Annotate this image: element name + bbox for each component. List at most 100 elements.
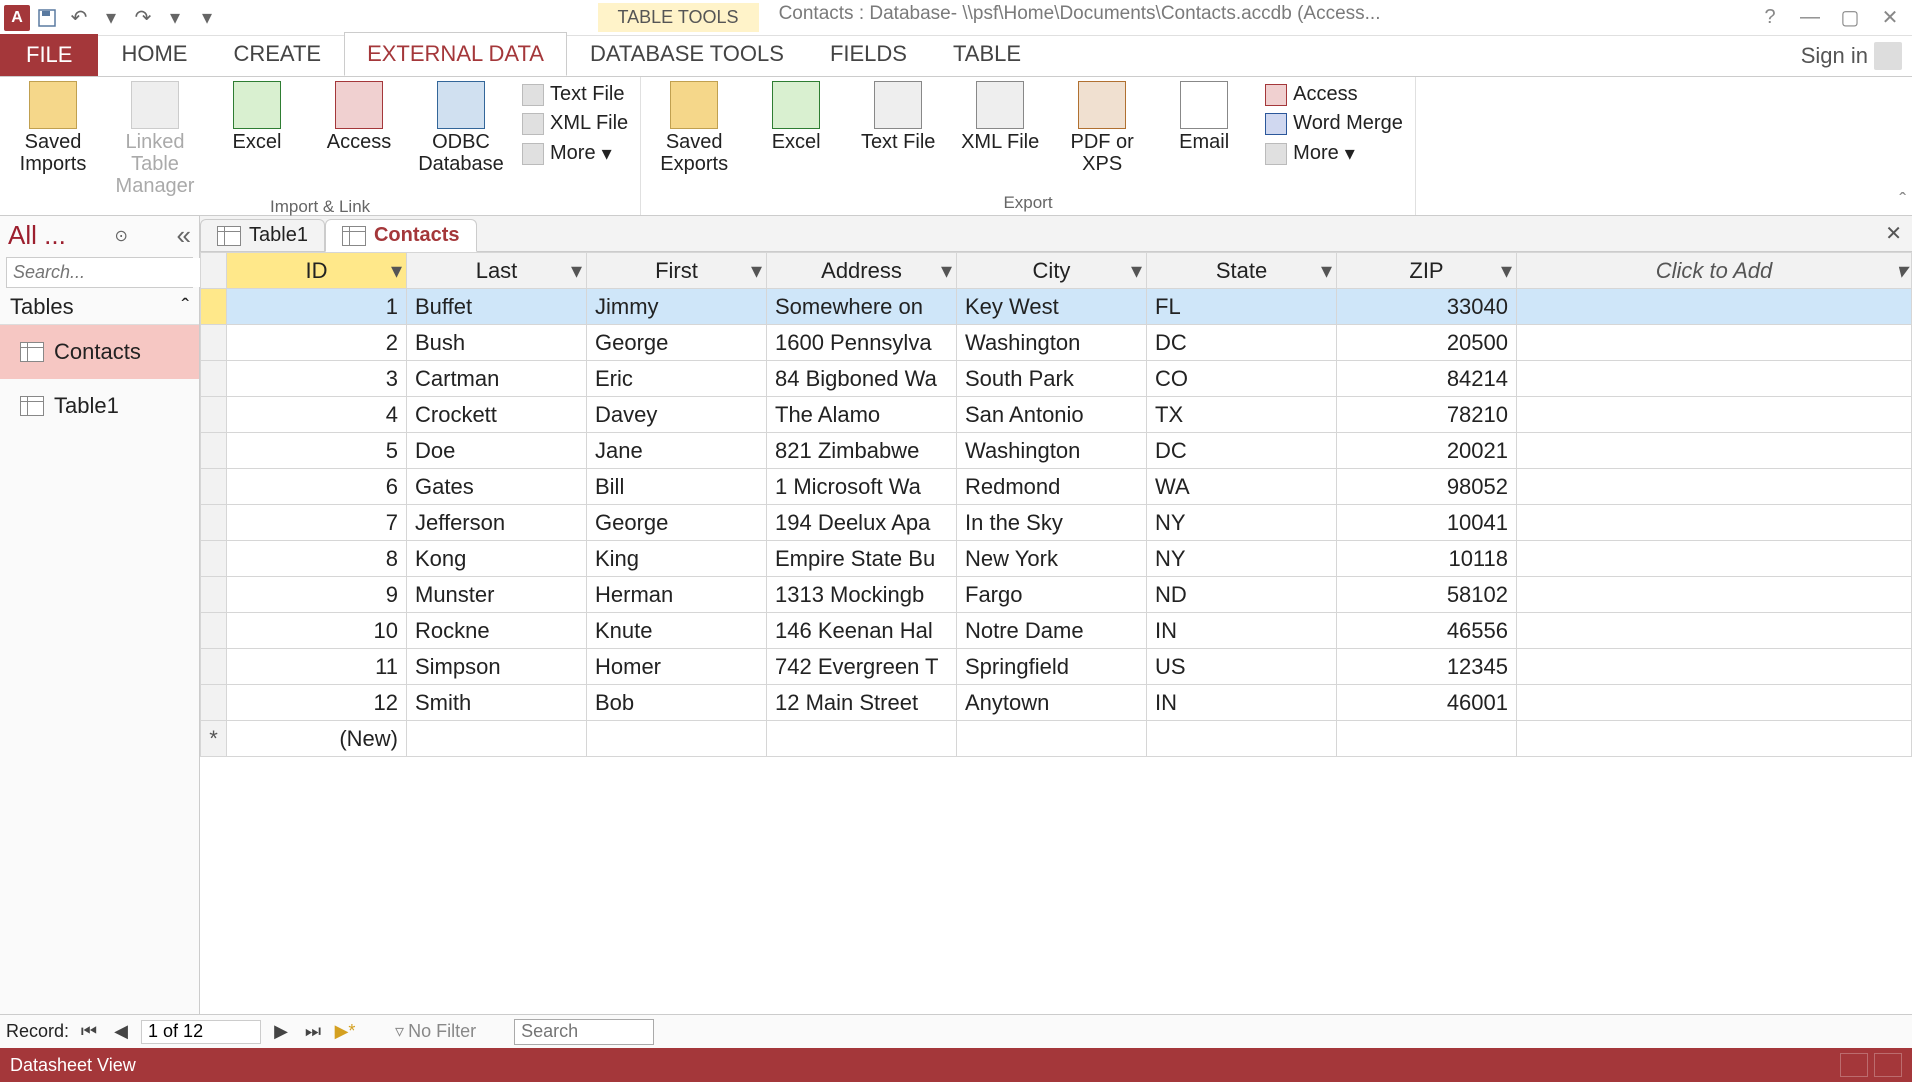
maximize-icon[interactable]: ▢: [1836, 4, 1864, 32]
column-dropdown-icon[interactable]: ▾: [1896, 258, 1907, 284]
cell-last[interactable]: Simpson: [407, 649, 587, 685]
table-row[interactable]: 8KongKingEmpire State BuNew YorkNY10118: [201, 541, 1912, 577]
column-header-last[interactable]: Last▾: [407, 253, 587, 289]
cell-city[interactable]: Notre Dame: [957, 613, 1147, 649]
tab-file[interactable]: FILE: [0, 34, 98, 76]
cell-address[interactable]: Empire State Bu: [767, 541, 957, 577]
cell-state[interactable]: DC: [1147, 325, 1337, 361]
excel-export-button[interactable]: Excel: [751, 81, 841, 153]
table-row[interactable]: 3CartmanEric84 Bigboned WaSouth ParkCO84…: [201, 361, 1912, 397]
cell-first[interactable]: George: [587, 505, 767, 541]
more-export-button[interactable]: More ▾: [1261, 139, 1407, 168]
close-icon[interactable]: ✕: [1876, 4, 1904, 32]
cell-last[interactable]: Gates: [407, 469, 587, 505]
tab-external-data[interactable]: EXTERNAL DATA: [344, 32, 567, 76]
cell-address[interactable]: 1313 Mockingb: [767, 577, 957, 613]
cell-zip[interactable]: 20500: [1337, 325, 1517, 361]
nav-group-collapse-icon[interactable]: ˆ: [182, 294, 189, 320]
cell-new-column[interactable]: [1517, 685, 1912, 721]
column-header-zip[interactable]: ZIP▾: [1337, 253, 1517, 289]
cell-id[interactable]: 12: [227, 685, 407, 721]
qat-customize-icon[interactable]: ▾: [192, 3, 222, 33]
column-header-address[interactable]: Address▾: [767, 253, 957, 289]
select-all-cell[interactable]: [201, 253, 227, 289]
column-header-state[interactable]: State▾: [1147, 253, 1337, 289]
saved-exports-button[interactable]: Saved Exports: [649, 81, 739, 175]
tab-create[interactable]: CREATE: [210, 32, 344, 76]
cell-city[interactable]: Washington: [957, 325, 1147, 361]
cell-new-column[interactable]: [1517, 613, 1912, 649]
cell-zip[interactable]: 58102: [1337, 577, 1517, 613]
table-row[interactable]: 12SmithBob12 Main StreetAnytownIN46001: [201, 685, 1912, 721]
cell-first[interactable]: King: [587, 541, 767, 577]
new-record-row[interactable]: *(New): [201, 721, 1912, 757]
record-last-icon[interactable]: ⏭: [301, 1020, 325, 1044]
cell-id-new[interactable]: (New): [227, 721, 407, 757]
cell-address[interactable]: 742 Evergreen T: [767, 649, 957, 685]
nav-collapse-icon[interactable]: «: [177, 220, 191, 251]
cell-id[interactable]: 10: [227, 613, 407, 649]
record-new-icon[interactable]: ▶*: [333, 1020, 357, 1044]
column-dropdown-icon[interactable]: ▾: [751, 258, 762, 284]
cell-id[interactable]: 11: [227, 649, 407, 685]
cell-address[interactable]: 12 Main Street: [767, 685, 957, 721]
linked-table-manager-button[interactable]: Linked Table Manager: [110, 81, 200, 197]
cell-last[interactable]: Crockett: [407, 397, 587, 433]
table-row[interactable]: 4CrockettDaveyThe AlamoSan AntonioTX7821…: [201, 397, 1912, 433]
cell-zip[interactable]: 46001: [1337, 685, 1517, 721]
cell-address[interactable]: 194 Deelux Apa: [767, 505, 957, 541]
cell-new-column[interactable]: [1517, 577, 1912, 613]
column-dropdown-icon[interactable]: ▾: [941, 258, 952, 284]
no-filter-indicator[interactable]: ▿ No Filter: [395, 1021, 476, 1042]
row-selector[interactable]: [201, 541, 227, 577]
row-selector[interactable]: [201, 613, 227, 649]
cell-new-column[interactable]: [1517, 649, 1912, 685]
cell-first[interactable]: Jane: [587, 433, 767, 469]
cell-new-column[interactable]: [1517, 289, 1912, 325]
cell-empty[interactable]: [1517, 721, 1912, 757]
cell-empty[interactable]: [1337, 721, 1517, 757]
cell-city[interactable]: Key West: [957, 289, 1147, 325]
cell-state[interactable]: IN: [1147, 613, 1337, 649]
cell-last[interactable]: Jefferson: [407, 505, 587, 541]
cell-first[interactable]: Knute: [587, 613, 767, 649]
datasheet-grid[interactable]: ID▾Last▾First▾Address▾City▾State▾ZIP▾Cli…: [200, 252, 1912, 1014]
help-icon[interactable]: ?: [1756, 4, 1784, 32]
cell-id[interactable]: 3: [227, 361, 407, 397]
column-header-id[interactable]: ID▾: [227, 253, 407, 289]
cell-id[interactable]: 6: [227, 469, 407, 505]
row-selector[interactable]: [201, 289, 227, 325]
word-merge-button[interactable]: Word Merge: [1261, 110, 1407, 137]
email-button[interactable]: Email: [1159, 81, 1249, 153]
document-close-icon[interactable]: ✕: [1875, 221, 1912, 246]
excel-import-button[interactable]: Excel: [212, 81, 302, 153]
table-row[interactable]: 11SimpsonHomer742 Evergreen TSpringfield…: [201, 649, 1912, 685]
cell-city[interactable]: New York: [957, 541, 1147, 577]
record-position-input[interactable]: [141, 1020, 261, 1044]
doc-tab-table1[interactable]: Table1: [200, 219, 325, 252]
cell-city[interactable]: Anytown: [957, 685, 1147, 721]
table-row[interactable]: 2BushGeorge1600 PennsylvaWashingtonDC205…: [201, 325, 1912, 361]
cell-address[interactable]: 1 Microsoft Wa: [767, 469, 957, 505]
cell-city[interactable]: Redmond: [957, 469, 1147, 505]
cell-first[interactable]: George: [587, 325, 767, 361]
cell-first[interactable]: Davey: [587, 397, 767, 433]
cell-state[interactable]: CO: [1147, 361, 1337, 397]
cell-state[interactable]: DC: [1147, 433, 1337, 469]
cell-zip[interactable]: 98052: [1337, 469, 1517, 505]
cell-state[interactable]: IN: [1147, 685, 1337, 721]
cell-zip[interactable]: 78210: [1337, 397, 1517, 433]
cell-state[interactable]: ND: [1147, 577, 1337, 613]
table-row[interactable]: 10RockneKnute146 Keenan HalNotre DameIN4…: [201, 613, 1912, 649]
row-selector[interactable]: [201, 361, 227, 397]
cell-zip[interactable]: 84214: [1337, 361, 1517, 397]
cell-new-column[interactable]: [1517, 505, 1912, 541]
cell-last[interactable]: Buffet: [407, 289, 587, 325]
cell-id[interactable]: 4: [227, 397, 407, 433]
record-search-input[interactable]: [514, 1019, 654, 1045]
cell-empty[interactable]: [767, 721, 957, 757]
tab-database-tools[interactable]: DATABASE TOOLS: [567, 32, 807, 76]
cell-zip[interactable]: 12345: [1337, 649, 1517, 685]
table-row[interactable]: 7JeffersonGeorge194 Deelux ApaIn the Sky…: [201, 505, 1912, 541]
cell-zip[interactable]: 33040: [1337, 289, 1517, 325]
